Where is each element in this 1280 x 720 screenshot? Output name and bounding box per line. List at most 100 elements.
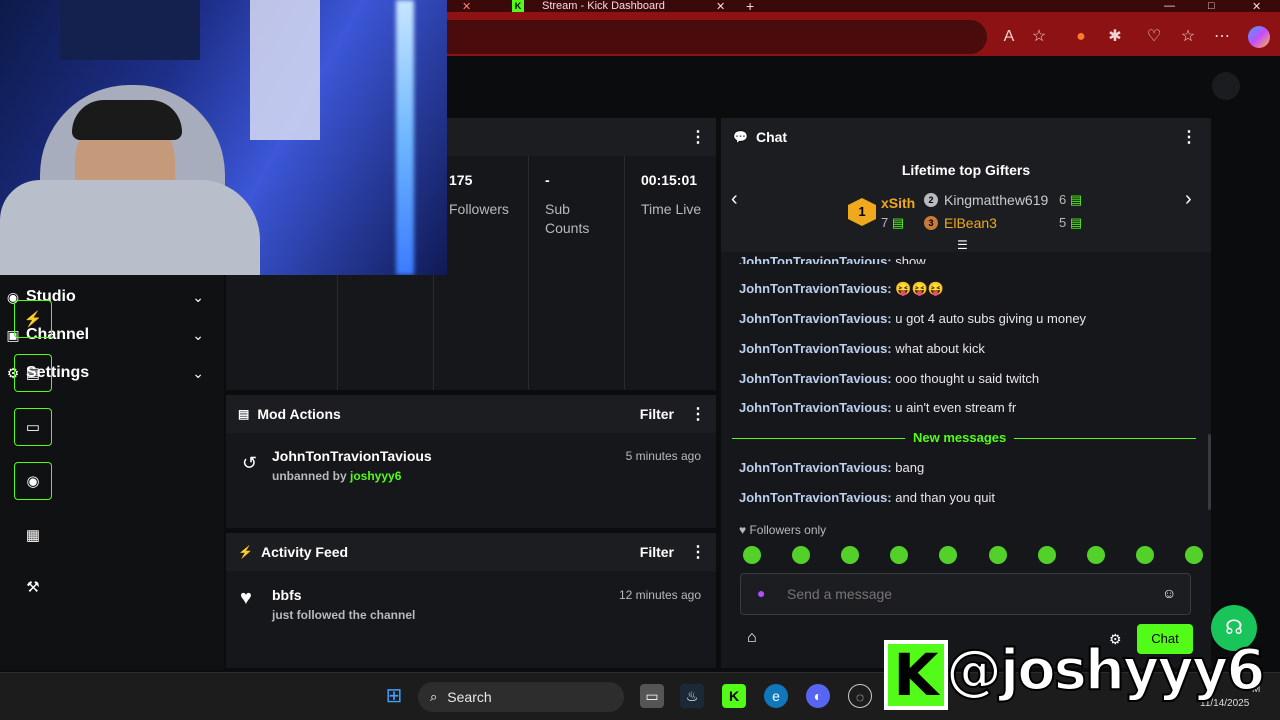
quick-actions-lightning-icon[interactable]: ⚡ bbox=[14, 300, 52, 338]
mod-actions-header: ▤ Mod Actions Filter ⋮ bbox=[226, 395, 716, 433]
filter-button[interactable]: Filter bbox=[640, 544, 674, 560]
chat-username[interactable]: JohnTonTravionTavious: bbox=[739, 311, 892, 326]
chat-username[interactable]: JohnTonTravionTavious: bbox=[739, 490, 892, 505]
chat-input-box: ● ☺ bbox=[740, 573, 1191, 615]
stream-handle-overlay: @joshyyy6 bbox=[945, 637, 1266, 704]
microphone-icon[interactable]: ● bbox=[757, 585, 765, 601]
chat-message: JohnTonTravionTavious: what about kick bbox=[739, 341, 985, 356]
stat-label: Sub Counts bbox=[545, 201, 590, 236]
chat-username[interactable]: JohnTonTravionTavious: bbox=[739, 460, 892, 475]
address-bar[interactable] bbox=[447, 20, 987, 54]
notes-icon[interactable]: ▤ bbox=[14, 354, 52, 392]
kick-favicon-icon: K bbox=[512, 0, 524, 12]
task-view-icon[interactable]: ▭ bbox=[640, 684, 664, 708]
more-options-icon[interactable]: ⋮ bbox=[690, 542, 706, 562]
heart-icon: ♥ bbox=[739, 523, 747, 537]
emote-icon[interactable] bbox=[1135, 546, 1154, 564]
emote-icon[interactable] bbox=[1037, 546, 1056, 564]
emoji-picker-icon[interactable]: ☺ bbox=[1162, 585, 1176, 601]
broadcast-icon[interactable]: ◉ bbox=[14, 462, 52, 500]
read-aloud-icon[interactable]: A bbox=[998, 26, 1020, 48]
discord-icon[interactable]: ◐ bbox=[806, 684, 830, 708]
led-light-strip bbox=[396, 0, 414, 275]
extensions-puzzle-icon[interactable]: ✱ bbox=[1104, 26, 1126, 48]
chat-text: and than you quit bbox=[891, 490, 995, 505]
activity-user[interactable]: bbfs bbox=[272, 587, 415, 603]
collapse-handle-icon[interactable]: ☰ bbox=[957, 238, 968, 252]
emote-icon[interactable] bbox=[1086, 546, 1105, 564]
mod-action-actor[interactable]: joshyyy6 bbox=[350, 469, 401, 483]
windows-start-icon[interactable]: ⊞ bbox=[382, 684, 406, 708]
copilot-icon[interactable] bbox=[1248, 26, 1270, 48]
followers-only-notice: ♥ Followers only bbox=[739, 523, 826, 537]
chat-username[interactable]: JohnTonTravionTavious: bbox=[739, 400, 892, 415]
lightning-icon: ⚡ bbox=[238, 545, 253, 559]
chat-message: JohnTonTravionTavious: ooo thought u sai… bbox=[739, 371, 1039, 386]
emote-icon[interactable] bbox=[743, 546, 761, 564]
dashboard-header bbox=[447, 56, 1280, 116]
emote-icon[interactable] bbox=[841, 546, 860, 564]
steam-icon[interactable]: ♨ bbox=[680, 684, 704, 708]
more-options-icon[interactable]: ⋮ bbox=[1181, 127, 1197, 147]
minimize-button[interactable]: — bbox=[1164, 0, 1175, 12]
emote-icon[interactable] bbox=[1184, 546, 1203, 564]
rank-badge: 2 bbox=[924, 193, 938, 207]
chat-bubble-icon[interactable]: ▭ bbox=[14, 408, 52, 446]
chat-username[interactable]: JohnTonTravionTavious: bbox=[739, 254, 892, 264]
new-tab-button[interactable]: + bbox=[746, 0, 754, 14]
window-close-button[interactable]: ✕ bbox=[1252, 0, 1261, 13]
stat-value: 00:15:01 bbox=[641, 172, 698, 188]
maximize-button[interactable]: □ bbox=[1208, 0, 1215, 12]
heart-icon: ♥ bbox=[240, 587, 252, 609]
browser-essentials-icon[interactable]: ♡ bbox=[1143, 26, 1165, 48]
gifter-name[interactable]: Kingmatthew619 bbox=[944, 192, 1048, 208]
emote-icon[interactable] bbox=[939, 546, 958, 564]
chat-scrollbar[interactable] bbox=[1208, 434, 1211, 510]
chat-username[interactable]: JohnTonTravionTavious: bbox=[739, 341, 892, 356]
chat-text: ooo thought u said twitch bbox=[891, 371, 1040, 386]
chat-message-input[interactable] bbox=[787, 582, 1147, 606]
more-options-icon[interactable]: ⋮ bbox=[690, 127, 706, 147]
panel-title: Chat bbox=[755, 129, 788, 145]
gifter-name[interactable]: xSith bbox=[881, 195, 915, 211]
avatar[interactable] bbox=[1212, 72, 1240, 100]
activity-feed-panel: ⚡ Activity Feed Filter ⋮ ♥ bbfs just fol… bbox=[226, 533, 716, 668]
stat-sub-counts: - Sub Counts bbox=[545, 172, 615, 238]
tab-close-icon[interactable]: ✕ bbox=[716, 0, 725, 13]
layout-icon[interactable]: ▦ bbox=[14, 516, 52, 554]
activity-action: just followed the channel bbox=[272, 608, 416, 622]
extension-flame-icon[interactable]: ● bbox=[1070, 26, 1092, 48]
favorites-icon[interactable]: ☆ bbox=[1177, 26, 1199, 48]
kick-app-icon[interactable]: K bbox=[722, 684, 746, 708]
taskbar-search-box[interactable]: ⌕ Search bbox=[418, 682, 624, 712]
emote-icon[interactable] bbox=[988, 546, 1007, 564]
chat-header: 💬 Chat ⋮ bbox=[721, 118, 1211, 156]
chat-message: JohnTonTravionTavious: bang bbox=[739, 460, 924, 475]
store-icon[interactable]: ⌂ bbox=[747, 629, 757, 647]
gifter-name[interactable]: ElBean3 bbox=[944, 215, 997, 231]
mod-action-prefix: unbanned by bbox=[272, 469, 350, 483]
chat-text: u ain't even stream fr bbox=[891, 400, 1017, 415]
edge-browser-icon[interactable]: e bbox=[764, 684, 788, 708]
gifters-title: Lifetime top Gifters bbox=[901, 162, 1031, 178]
more-options-icon[interactable]: ⋮ bbox=[690, 404, 706, 424]
rank-badge: 1 bbox=[848, 198, 876, 226]
chat-message: JohnTonTravionTavious: 😝😝😝 bbox=[739, 281, 944, 297]
chat-username[interactable]: JohnTonTravionTavious: bbox=[739, 281, 892, 296]
wrench-icon[interactable]: ⚒ bbox=[14, 568, 52, 606]
settings-more-icon[interactable]: ⋯ bbox=[1211, 26, 1233, 48]
taskbar-search-label: Search bbox=[447, 689, 492, 705]
top-gifters-banner: Lifetime top Gifters ‹ › 1 xSith 7 ▤ 2 K… bbox=[721, 156, 1211, 252]
previous-tab-close[interactable]: ✕ bbox=[462, 0, 471, 13]
chevron-right-icon[interactable]: › bbox=[1185, 188, 1192, 211]
filter-button[interactable]: Filter bbox=[640, 406, 674, 422]
chat-message: JohnTonTravionTavious: u got 4 auto subs… bbox=[739, 311, 1086, 326]
favorite-star-icon[interactable]: ☆ bbox=[1028, 26, 1050, 48]
emote-icon[interactable] bbox=[890, 546, 909, 564]
chat-username[interactable]: JohnTonTravionTavious: bbox=[739, 371, 892, 386]
browser-tab-kick-dashboard[interactable]: K Stream - Kick Dashboard bbox=[512, 0, 665, 12]
obs-icon[interactable]: ◌ bbox=[848, 684, 872, 708]
mod-action-time: 5 minutes ago bbox=[625, 449, 701, 463]
emote-icon[interactable] bbox=[792, 546, 811, 564]
chevron-left-icon[interactable]: ‹ bbox=[731, 188, 738, 211]
